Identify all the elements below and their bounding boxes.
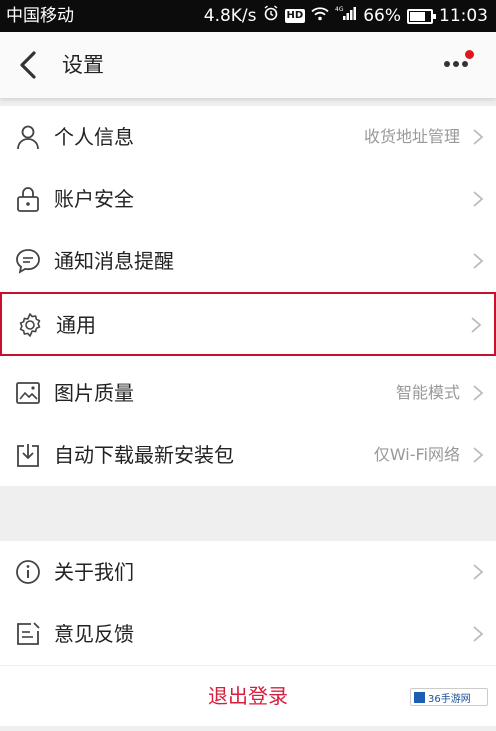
more-dot [462, 61, 468, 67]
message-icon [14, 247, 42, 275]
hd-badge: HD [284, 9, 306, 23]
row-label: 图片质量 [54, 381, 134, 405]
row-label: 通用 [56, 313, 96, 337]
wifi-icon [311, 0, 329, 32]
row-account-security[interactable]: 账户安全 [0, 168, 496, 230]
status-bar: 中国移动 4.8K/s HD 4G 66% 11:03 [0, 0, 496, 32]
battery-icon [407, 8, 436, 24]
row-value: 收货地址管理 [363, 127, 460, 146]
back-button[interactable] [12, 46, 48, 84]
row-label: 账户安全 [54, 187, 134, 211]
watermark-logo-icon [414, 691, 425, 703]
more-button[interactable] [440, 50, 474, 80]
chevron-right-icon [472, 128, 484, 146]
network-speed: 4.8K/s [203, 6, 257, 26]
page-title: 设置 [62, 53, 104, 77]
info-icon [14, 558, 42, 586]
chevron-right-icon [472, 384, 484, 402]
more-dot [453, 61, 459, 67]
carrier-label: 中国移动 [6, 6, 74, 26]
row-label: 自动下载最新安装包 [54, 443, 234, 467]
clock: 11:03 [439, 6, 488, 26]
row-general[interactable]: 通用 [0, 292, 496, 356]
chevron-right-icon [472, 190, 484, 208]
settings-group-main: 个人信息 收货地址管理 账户安全 通知消息提醒 通用 图片质量 智能模式 自动下… [0, 106, 496, 486]
chevron-right-icon [472, 252, 484, 270]
row-image-quality[interactable]: 图片质量 智能模式 [0, 362, 496, 424]
row-label: 关于我们 [54, 560, 134, 584]
row-feedback[interactable]: 意见反馈 [0, 603, 496, 665]
row-about-us[interactable]: 关于我们 [0, 541, 496, 603]
more-dots-icon [444, 61, 450, 67]
chevron-right-icon [472, 625, 484, 643]
feedback-icon [14, 620, 42, 648]
site-watermark: 36手游网 [410, 688, 488, 706]
person-icon [14, 123, 42, 151]
row-label: 通知消息提醒 [54, 249, 174, 273]
row-notifications[interactable]: 通知消息提醒 [0, 230, 496, 292]
alarm-icon [263, 0, 279, 32]
row-value: 仅Wi-Fi网络 [373, 445, 460, 464]
chevron-right-icon [472, 446, 484, 464]
watermark-text: 36手游网 [428, 693, 471, 705]
settings-group-about: 关于我们 意见反馈 [0, 541, 496, 665]
row-label: 个人信息 [54, 125, 134, 149]
gear-icon [16, 311, 44, 339]
battery-percent: 66% [363, 6, 401, 26]
signal-icon: 4G [335, 0, 357, 32]
lock-icon [14, 185, 42, 213]
image-icon [14, 379, 42, 407]
row-label: 意见反馈 [54, 622, 134, 646]
notification-dot [465, 50, 474, 59]
back-arrow-icon [20, 51, 36, 79]
row-personal-info[interactable]: 个人信息 收货地址管理 [0, 106, 496, 168]
chevron-right-icon [470, 316, 482, 334]
row-value: 智能模式 [395, 383, 460, 402]
chevron-right-icon [472, 563, 484, 581]
row-auto-download[interactable]: 自动下载最新安装包 仅Wi-Fi网络 [0, 424, 496, 486]
network-type: 4G [335, 6, 344, 13]
app-header: 设置 [0, 32, 496, 98]
download-icon [14, 441, 42, 469]
status-right: 4.8K/s HD 4G 66% 11:03 [204, 0, 488, 32]
